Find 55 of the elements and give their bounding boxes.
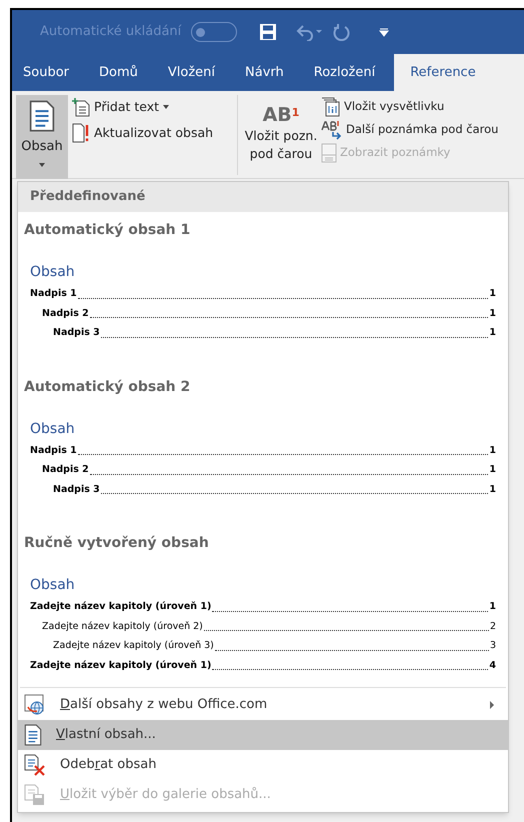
gallery-item-title[interactable]: Automatický obsah 1 — [24, 220, 502, 240]
ribbon-tab[interactable]: Domů — [88, 54, 149, 91]
toc-entry: Zadejte název kapitoly (úroveň 2) 2 — [41, 620, 496, 634]
ribbon-command[interactable]: Aktualizovat obsah — [72, 123, 234, 143]
document-icon — [24, 724, 42, 746]
customize-icon[interactable] — [379, 27, 390, 37]
toc-preview[interactable]: Obsah Zadejte název kapitoly (úroveň 1) 1 Zadejte název kapitoly (úroveň 2) 2 Zadejte název kapitoly (úroveň 3) 3 Zadejte název kapitoly (úroveň 1) 4 — [24, 575, 502, 673]
toc-entry: Nadpis 2 1 — [41, 463, 496, 478]
insert-footnote-button[interactable]: AB$^{1}$ Vložit pozn. pod čarou — [241, 95, 321, 163]
toc-preview[interactable]: Obsah Nadpis 1 1 Nadpis 2 1 Nadpis 3 1 — [24, 418, 502, 497]
toc-heading: Obsah — [30, 420, 76, 438]
ribbon-command[interactable]: Přidat text — [72, 97, 234, 117]
next-footnote-icon — [321, 120, 343, 140]
save-document-icon — [24, 784, 46, 806]
toc-entry: Nadpis 1 1 — [30, 287, 496, 302]
caret-icon — [39, 162, 45, 166]
toc-entry: Nadpis 3 1 — [52, 326, 496, 340]
document-icon — [29, 99, 55, 133]
ribbon-command[interactable]: Další poznámka pod čarou — [321, 120, 498, 140]
toc-entry: Nadpis 1 1 — [30, 444, 496, 458]
add-page-icon — [72, 97, 90, 117]
autosave-label: Automatické ukládání — [40, 23, 182, 42]
submenu-arrow-icon — [490, 701, 494, 709]
ribbon-tab[interactable]: Návrh — [234, 54, 295, 91]
ribbon-tab[interactable]: Reference — [394, 54, 524, 91]
toc-button[interactable]: Obsah — [16, 95, 68, 179]
gallery-item-title[interactable]: Ručně vytvořený obsah — [24, 533, 502, 553]
menu-item[interactable]: Další obsahy z webu Office.com — [18, 690, 508, 720]
toc-entry: Zadejte název kapitoly (úroveň 1) 4 — [30, 658, 496, 673]
remove-document-icon — [24, 754, 46, 776]
footnote-icon: AB$^{1}$ — [262, 103, 300, 127]
ribbon-command[interactable]: Vložit vysvětlivku — [321, 97, 498, 117]
toc-heading: Obsah — [30, 576, 76, 595]
menu-item[interactable]: Vlastní obsah... — [18, 720, 508, 750]
ribbon-tab[interactable]: Rozložení — [302, 54, 386, 91]
globe-page-icon — [24, 694, 46, 716]
toc-entry: Nadpis 2 1 — [41, 306, 496, 321]
page-alert-icon — [72, 123, 90, 143]
gallery-item-title[interactable]: Automatický obsah 2 — [24, 376, 502, 396]
redo-icon[interactable] — [333, 23, 352, 41]
section-header: Předdefinované — [18, 182, 508, 212]
toc-heading: Obsah — [30, 263, 76, 282]
toc-entry: Zadejte název kapitoly (úroveň 1) 1 — [30, 600, 496, 614]
toc-preview[interactable]: Obsah Nadpis 1 1 Nadpis 2 1 Nadpis 3 1 — [24, 262, 502, 340]
notes-page-icon — [321, 143, 337, 163]
toc-entry: Zadejte název kapitoly (úroveň 3) 3 — [52, 639, 496, 654]
ribbon-tab[interactable]: Vložení — [156, 54, 226, 91]
undo-icon[interactable] — [295, 23, 324, 41]
ribbon-tab[interactable]: Soubor — [12, 54, 80, 91]
endnote-icon — [321, 97, 341, 117]
menu-item[interactable]: Odebrat obsah — [18, 750, 508, 780]
save-icon[interactable] — [259, 23, 278, 41]
caret-icon — [163, 105, 170, 109]
autosave-toggle[interactable] — [191, 22, 238, 42]
toc-entry: Nadpis 3 1 — [52, 482, 496, 497]
